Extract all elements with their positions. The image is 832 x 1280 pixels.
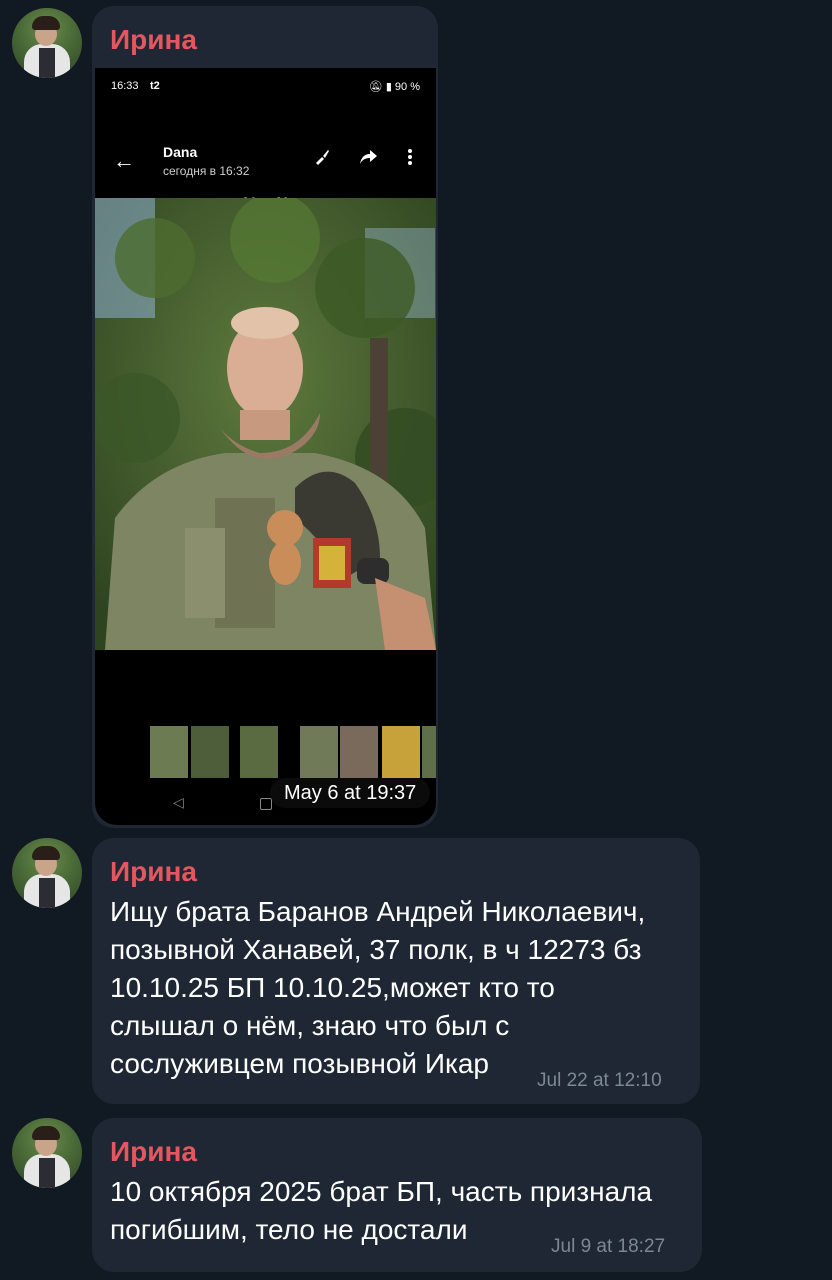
- thumbnail-strip: [150, 726, 436, 780]
- signal-icon: ▮: [385, 81, 395, 93]
- thumbnail: [340, 726, 378, 778]
- thumbnail: [150, 726, 188, 778]
- thumbnail: [382, 726, 420, 778]
- thumbnail: [240, 726, 278, 778]
- nav-back-icon: ◁: [173, 794, 184, 810]
- more-vertical-icon: [407, 148, 413, 171]
- message-timestamp: May 6 at 19:37: [270, 778, 431, 808]
- thumbnail: [191, 726, 229, 778]
- thumbnail: [300, 726, 338, 778]
- sender-avatar[interactable]: [12, 1118, 82, 1188]
- message-timestamp: Jul 9 at 18:27: [551, 1236, 666, 1257]
- status-battery: 🔕︎ ▮ 90 %: [368, 81, 420, 93]
- sender-avatar[interactable]: [12, 838, 82, 908]
- photo-attachment[interactable]: 16:33 t2 🔕︎ ▮ 90 % ← Dana сегодня в 16:3…: [95, 68, 436, 825]
- contact-name: Dana: [163, 144, 198, 160]
- sender-name[interactable]: Ирина: [110, 1136, 197, 1168]
- sender-name[interactable]: Ирина: [110, 24, 197, 56]
- sender-name[interactable]: Ирина: [110, 856, 197, 888]
- nav-home-icon: [260, 798, 272, 810]
- message-bubble[interactable]: Ирина Ищу брата Баранов Андрей Николаеви…: [92, 838, 700, 1104]
- status-time: 16:33: [111, 80, 139, 92]
- message-timestamp: Jul 22 at 12:10: [537, 1070, 662, 1091]
- soldier-photo: [95, 198, 436, 650]
- thumbnail: [422, 726, 436, 778]
- message-bubble[interactable]: Ирина 10 октября 2025 брат БП, часть при…: [92, 1118, 702, 1272]
- brush-icon: [313, 148, 331, 171]
- contact-subtitle: сегодня в 16:32: [163, 164, 250, 178]
- arrow-left-icon: ←: [113, 148, 135, 173]
- mute-icon: 🔕︎: [368, 81, 386, 93]
- share-arrow-icon: [358, 148, 378, 171]
- message-text[interactable]: Ищу брата Баранов Андрей Николаевич, поз…: [110, 893, 645, 1083]
- status-carrier-icon: t2: [150, 80, 160, 92]
- phone-status-bar: 16:33 t2 🔕︎ ▮ 90 %: [95, 68, 436, 104]
- sender-avatar[interactable]: [12, 8, 82, 78]
